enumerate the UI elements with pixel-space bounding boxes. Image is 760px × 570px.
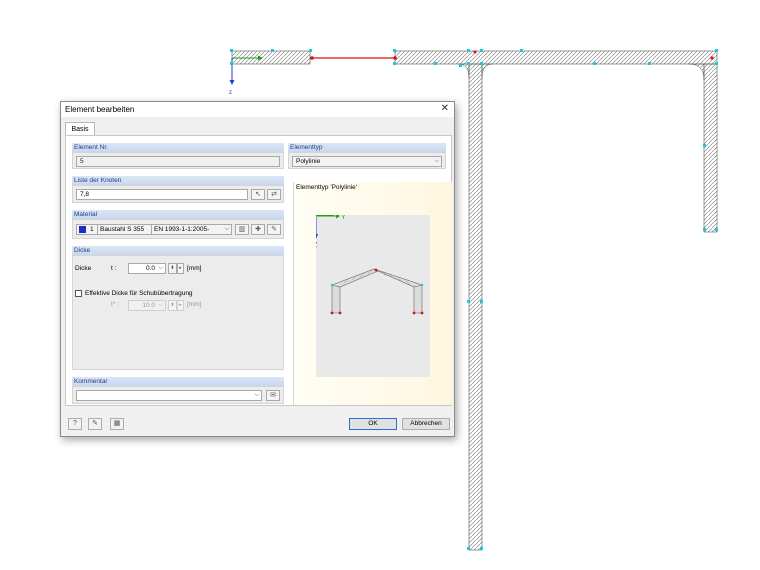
comment-icon[interactable]: ✉ <box>266 390 280 401</box>
preview-axis-y: Y <box>341 215 346 221</box>
material-name: Baustahl S 355 <box>100 226 145 233</box>
preview-axis-z: Z <box>316 242 318 249</box>
elementtyp-value: Polylinie <box>296 158 321 165</box>
section-header-dicke: Dicke <box>72 246 284 255</box>
section-header-kommentar: Kommentar <box>72 377 284 386</box>
chevron-down-icon: ⌵ <box>158 265 163 271</box>
dialog-titlebar: Element bearbeiten ✕ <box>61 102 454 117</box>
dicke-label: Dicke <box>75 265 92 272</box>
dicke-input[interactable]: 0.0 ⌵ <box>128 263 166 274</box>
section-header-knoten: Liste der Knoten <box>72 176 284 185</box>
preview-title: Elementtyp 'Polylinie' <box>296 184 358 191</box>
section-knoten: 7,8 ↖ ⇄ <box>72 185 284 203</box>
effective-thickness-value: 10.0 <box>142 302 155 309</box>
material-color-swatch <box>79 226 86 233</box>
ok-button[interactable]: OK <box>349 418 397 430</box>
knoten-input[interactable]: 7,8 <box>76 189 248 200</box>
top-flange <box>394 50 718 65</box>
effective-thickness-step-button[interactable]: ▸ <box>177 300 184 311</box>
dicke-value: 0.0 <box>145 265 155 272</box>
section-header-element-nr: Element Nr. <box>72 143 284 152</box>
kommentar-input[interactable]: ⌵ <box>76 390 262 401</box>
material-select[interactable]: 1 Baustahl S 355 EN 1993-1-1:2005- ⌵ <box>76 224 232 235</box>
preview-image: Y Z <box>313 213 430 377</box>
edit-material-icon[interactable]: ✎ <box>267 224 281 235</box>
chevron-down-icon: ⌵ <box>254 392 259 398</box>
chevron-down-icon: ⌵ <box>224 226 229 232</box>
section-element-nr: 5 <box>72 152 284 169</box>
section-material: 1 Baustahl S 355 EN 1993-1-1:2005- ⌵ ▥ ✚… <box>72 219 284 239</box>
elementtyp-select[interactable]: Polylinie ⌵ <box>292 156 442 167</box>
section-elementtyp: Polylinie ⌵ <box>288 152 446 169</box>
left-column <box>468 63 483 551</box>
elementtyp-preview: Elementtyp 'Polylinie' Y Z <box>293 182 452 405</box>
effective-thickness-symbol: t* : <box>111 301 119 308</box>
units-icon[interactable]: ▦ <box>110 418 124 430</box>
effective-thickness-unit: [mm] <box>187 301 202 308</box>
effective-thickness-spinner[interactable]: ⬍ <box>168 300 177 311</box>
element-edit-dialog: Element bearbeiten ✕ Basis Element Nr. 5… <box>60 101 455 437</box>
library-icon[interactable]: ▥ <box>235 224 249 235</box>
section-header-material: Material <box>72 210 284 219</box>
dicke-unit: [mm] <box>187 265 202 272</box>
reverse-icon[interactable]: ⇄ <box>267 189 281 200</box>
cancel-button[interactable]: Abbrechen <box>402 418 450 430</box>
tab-strip: Basis <box>61 118 454 137</box>
chevron-down-icon: ⌵ <box>434 158 439 164</box>
section-header-elementtyp: Elementtyp <box>288 143 446 152</box>
axis-z-label: z <box>229 90 232 96</box>
element-nr-field[interactable]: 5 <box>76 156 280 167</box>
dicke-spinner[interactable]: ⬍ <box>168 263 177 274</box>
effective-thickness-checkbox[interactable] <box>75 290 82 297</box>
dicke-step-button[interactable]: ▸ <box>177 263 184 274</box>
material-number: 1 <box>90 226 94 233</box>
section-kommentar: ⌵ ✉ <box>72 386 284 404</box>
dicke-symbol: t : <box>111 265 117 272</box>
tab-panel-basis: Element Nr. 5 Elementtyp Polylinie ⌵ Lis… <box>65 135 452 406</box>
help-icon[interactable]: ? <box>68 418 82 430</box>
chevron-down-icon: ⌵ <box>158 302 163 308</box>
pick-nodes-icon[interactable]: ↖ <box>251 189 265 200</box>
edit-icon[interactable]: ✎ <box>88 418 102 430</box>
effective-thickness-label: Effektive Dicke für Schubübertragung <box>85 290 193 297</box>
section-dicke: Dicke t : 0.0 ⌵ ⬍ ▸ [mm] Effektive Dicke… <box>72 255 284 370</box>
material-norm: EN 1993-1-1:2005- <box>154 226 210 233</box>
dialog-title: Element bearbeiten <box>65 105 135 114</box>
new-material-icon[interactable]: ✚ <box>251 224 265 235</box>
effective-thickness-input[interactable]: 10.0 ⌵ <box>128 300 166 311</box>
right-column <box>703 63 718 233</box>
close-icon[interactable]: ✕ <box>441 103 449 114</box>
